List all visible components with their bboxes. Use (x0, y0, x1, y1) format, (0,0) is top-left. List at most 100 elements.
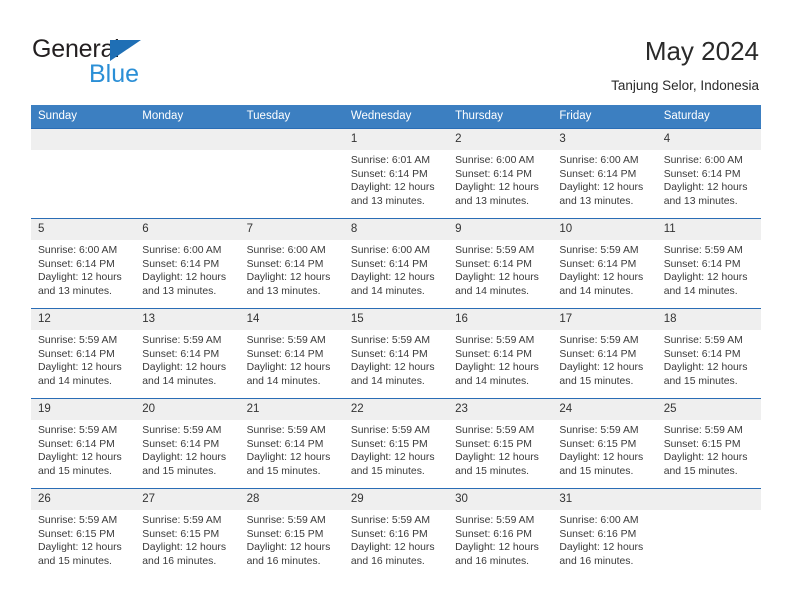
day-number: 31 (552, 489, 657, 510)
daylight-line2-text: and 14 minutes. (246, 375, 321, 387)
daylight-line2-text: and 15 minutes. (246, 465, 321, 477)
daylight-line2-text: and 14 minutes. (455, 375, 530, 387)
calendar-day-cell[interactable]: 10 Sunrise: 5:59 AM Sunset: 6:14 PM Dayligh… (552, 218, 657, 309)
calendar-day-cell[interactable]: 23 Sunrise: 5:59 AM Sunset: 6:15 PM Dayligh… (448, 398, 553, 489)
day-number: 27 (135, 489, 240, 510)
daylight-line2-text: and 16 minutes. (142, 555, 217, 567)
sunset-text: Sunset: 6:15 PM (38, 528, 115, 540)
sunrise-text: Sunrise: 5:59 AM (663, 425, 743, 436)
day-details: Sunrise: 6:00 AM Sunset: 6:14 PM Daylight:… (448, 150, 552, 208)
sunrise-text: Sunrise: 5:59 AM (455, 425, 535, 436)
calendar-day-cell[interactable]: 22 Sunrise: 5:59 AM Sunset: 6:15 PM Dayligh… (343, 398, 449, 489)
sunrise-text: Sunrise: 5:59 AM (38, 425, 118, 436)
calendar-day-cell[interactable]: 14 Sunrise: 5:59 AM Sunset: 6:14 PM Dayligh… (239, 308, 344, 399)
day-details: Sunrise: 6:00 AM Sunset: 6:14 PM Daylight:… (135, 240, 239, 298)
calendar-day-cell[interactable]: 21 Sunrise: 5:59 AM Sunset: 6:14 PM Dayligh… (239, 398, 344, 489)
sunrise-text: Sunrise: 5:59 AM (246, 515, 326, 526)
day-number: 11 (656, 219, 761, 240)
calendar-day-cell[interactable]: 3 Sunrise: 6:00 AM Sunset: 6:14 PM Daylight… (552, 128, 657, 219)
day-details: Sunrise: 5:59 AM Sunset: 6:14 PM Daylight:… (240, 420, 344, 478)
daylight-line1-text: Daylight: 12 hours (350, 452, 435, 464)
calendar-day-cell[interactable]: 25 Sunrise: 5:59 AM Sunset: 6:15 PM Dayligh… (656, 398, 761, 489)
calendar-day-cell[interactable]: 27 Sunrise: 5:59 AM Sunset: 6:15 PM Dayligh… (135, 488, 240, 579)
calendar-day-cell[interactable]: 28 Sunrise: 5:59 AM Sunset: 6:15 PM Dayligh… (239, 488, 344, 579)
calendar-day-cell[interactable]: 20 Sunrise: 5:59 AM Sunset: 6:14 PM Dayligh… (135, 398, 240, 489)
sunset-text: Sunset: 6:14 PM (663, 348, 741, 360)
daylight-line2-text: and 13 minutes. (559, 195, 634, 207)
sunrise-text: Sunrise: 5:59 AM (559, 425, 639, 436)
sunrise-text: Sunrise: 5:59 AM (455, 245, 535, 256)
day-details: Sunrise: 5:59 AM Sunset: 6:14 PM Daylight:… (448, 330, 552, 388)
calendar-page: General Blue May 2024 Tanjung Selor, Ind… (0, 0, 792, 612)
sunset-text: Sunset: 6:14 PM (559, 258, 637, 270)
calendar-day-cell[interactable]: 26 Sunrise: 5:59 AM Sunset: 6:15 PM Dayligh… (31, 488, 136, 579)
daylight-line1-text: Daylight: 12 hours (663, 452, 748, 464)
calendar-day-cell[interactable]: 6 Sunrise: 6:00 AM Sunset: 6:14 PM Daylight… (135, 218, 240, 309)
day-number: 9 (448, 219, 553, 240)
calendar-day-cell[interactable]: 11 Sunrise: 5:59 AM Sunset: 6:14 PM Dayligh… (656, 218, 761, 309)
calendar-day-cell[interactable]: 24 Sunrise: 5:59 AM Sunset: 6:15 PM Dayligh… (552, 398, 657, 489)
sunrise-text: Sunrise: 5:59 AM (559, 245, 639, 256)
sunrise-text: Sunrise: 6:00 AM (663, 155, 743, 166)
daylight-line1-text: Daylight: 12 hours (559, 272, 644, 284)
calendar-day-cell[interactable]: 12 Sunrise: 5:59 AM Sunset: 6:14 PM Dayligh… (31, 308, 136, 399)
sunset-text: Sunset: 6:14 PM (663, 168, 741, 180)
weekday-header-row: Sunday Monday Tuesday Wednesday Thursday Frid… (31, 105, 761, 129)
sunrise-text: Sunrise: 5:59 AM (246, 425, 326, 436)
calendar-day-cell[interactable]: 9 Sunrise: 5:59 AM Sunset: 6:14 PM Daylight… (448, 218, 553, 309)
calendar-day-cell[interactable]: 13 Sunrise: 5:59 AM Sunset: 6:14 PM Dayligh… (135, 308, 240, 399)
day-details: Sunrise: 5:59 AM Sunset: 6:14 PM Daylight:… (135, 330, 239, 388)
day-number: 26 (31, 489, 136, 510)
calendar-header-row: Sunday Monday Tuesday Wednesday Thursday Frid… (31, 105, 761, 129)
daylight-line1-text: Daylight: 12 hours (559, 362, 644, 374)
day-number: 14 (239, 309, 344, 330)
daylight-line1-text: Daylight: 12 hours (559, 182, 644, 194)
sunrise-text: Sunrise: 5:59 AM (246, 335, 326, 346)
calendar-day-cell[interactable]: 29 Sunrise: 5:59 AM Sunset: 6:16 PM Dayligh… (343, 488, 449, 579)
daylight-line2-text: and 13 minutes. (246, 285, 321, 297)
calendar-day-cell[interactable]: 19 Sunrise: 5:59 AM Sunset: 6:14 PM Dayligh… (31, 398, 136, 489)
daylight-line1-text: Daylight: 12 hours (38, 272, 122, 284)
daylight-line1-text: Daylight: 12 hours (663, 362, 748, 374)
sunset-text: Sunset: 6:16 PM (455, 528, 532, 540)
calendar-week-row: 26 Sunrise: 5:59 AM Sunset: 6:15 PM Dayligh… (31, 488, 761, 579)
calendar-day-cell[interactable]: 15 Sunrise: 5:59 AM Sunset: 6:14 PM Dayligh… (343, 308, 449, 399)
day-number: 4 (656, 129, 761, 150)
day-number: 22 (343, 399, 449, 420)
sunrise-text: Sunrise: 5:59 AM (455, 515, 535, 526)
calendar-day-cell[interactable]: 4 Sunrise: 6:00 AM Sunset: 6:14 PM Daylight… (656, 128, 761, 219)
calendar-day-cell[interactable]: 31 Sunrise: 6:00 AM Sunset: 6:16 PM Dayligh… (552, 488, 657, 579)
day-details: Sunrise: 5:59 AM Sunset: 6:15 PM Daylight:… (31, 510, 135, 568)
day-number (656, 489, 761, 510)
day-details (657, 510, 761, 514)
calendar-day-cell[interactable]: 18 Sunrise: 5:59 AM Sunset: 6:14 PM Dayligh… (656, 308, 761, 399)
generalblue-logo[interactable]: General Blue (32, 34, 202, 90)
day-details: Sunrise: 5:59 AM Sunset: 6:14 PM Daylight:… (135, 420, 239, 478)
daylight-line2-text: and 15 minutes. (559, 375, 634, 387)
daylight-line1-text: Daylight: 12 hours (246, 452, 331, 464)
sunrise-text: Sunrise: 5:59 AM (38, 335, 118, 346)
sunset-text: Sunset: 6:15 PM (455, 438, 532, 450)
sunrise-text: Sunrise: 5:59 AM (350, 515, 430, 526)
calendar-day-cell[interactable]: 2 Sunrise: 6:00 AM Sunset: 6:14 PM Daylight… (448, 128, 553, 219)
calendar-day-cell[interactable]: 30 Sunrise: 5:59 AM Sunset: 6:16 PM Dayligh… (448, 488, 553, 579)
calendar-day-cell[interactable]: 1 Sunrise: 6:01 AM Sunset: 6:14 PM Daylight… (343, 128, 449, 219)
day-number: 19 (31, 399, 136, 420)
calendar-day-cell[interactable]: 16 Sunrise: 5:59 AM Sunset: 6:14 PM Dayligh… (448, 308, 553, 399)
daylight-line2-text: and 16 minutes. (350, 555, 425, 567)
calendar-day-cell[interactable]: 8 Sunrise: 6:00 AM Sunset: 6:14 PM Daylight… (343, 218, 449, 309)
calendar-week-row: 1 Sunrise: 6:01 AM Sunset: 6:14 PM Daylight… (31, 128, 761, 219)
calendar-week-row: 19 Sunrise: 5:59 AM Sunset: 6:14 PM Dayligh… (31, 398, 761, 489)
daylight-line1-text: Daylight: 12 hours (350, 182, 435, 194)
day-number: 24 (552, 399, 657, 420)
day-number: 29 (343, 489, 449, 510)
daylight-line1-text: Daylight: 12 hours (455, 182, 539, 194)
calendar-day-cell[interactable]: 17 Sunrise: 5:59 AM Sunset: 6:14 PM Dayligh… (552, 308, 657, 399)
daylight-line1-text: Daylight: 12 hours (455, 452, 539, 464)
daylight-line2-text: and 15 minutes. (142, 465, 217, 477)
day-details: Sunrise: 5:59 AM Sunset: 6:15 PM Daylight:… (657, 420, 761, 478)
calendar-day-cell[interactable]: 5 Sunrise: 6:00 AM Sunset: 6:14 PM Daylight… (31, 218, 136, 309)
calendar-day-cell[interactable]: 7 Sunrise: 6:00 AM Sunset: 6:14 PM Daylight… (239, 218, 344, 309)
calendar-week-row: 5 Sunrise: 6:00 AM Sunset: 6:14 PM Daylight… (31, 218, 761, 309)
sunrise-text: Sunrise: 6:00 AM (559, 155, 639, 166)
